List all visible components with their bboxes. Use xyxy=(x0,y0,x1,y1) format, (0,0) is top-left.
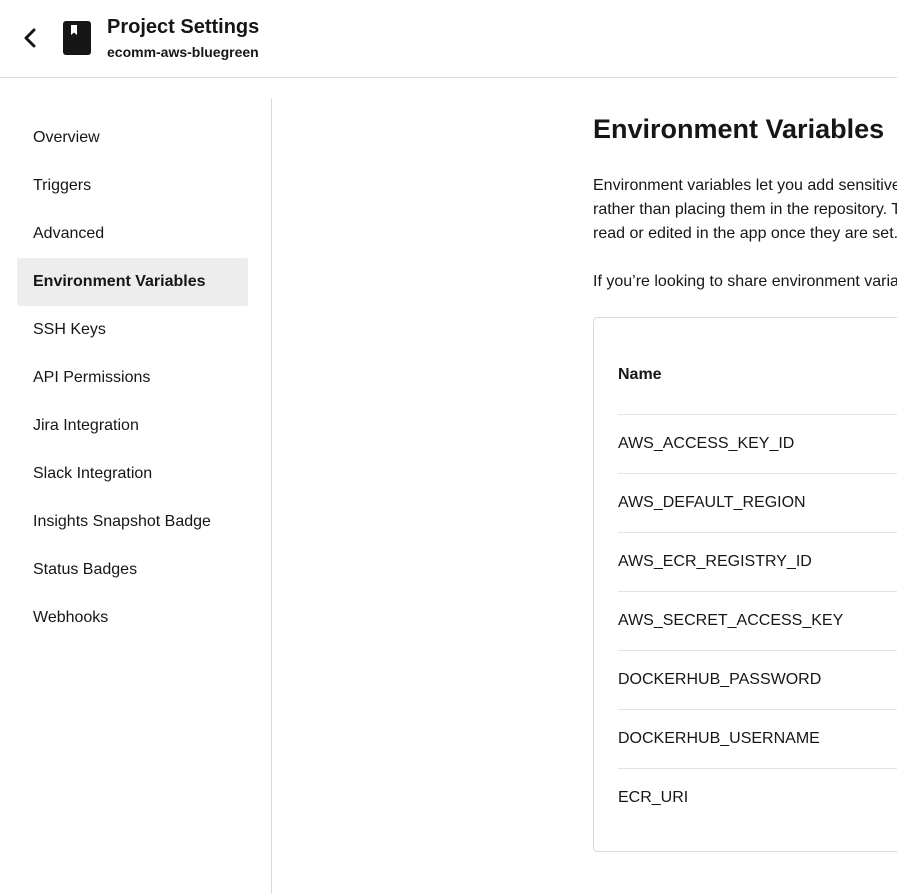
env-vars-table: AWS_ACCESS_KEY_ID AWS_DEFAULT_REGION AWS… xyxy=(618,414,897,827)
sidebar-item-status-badges[interactable]: Status Badges xyxy=(17,546,248,594)
sidebar-item-environment-variables[interactable]: Environment Variables xyxy=(17,258,248,306)
sidebar-item-triggers[interactable]: Triggers xyxy=(17,162,248,210)
column-header-name: Name xyxy=(618,366,662,383)
sidebar-item-slack-integration[interactable]: Slack Integration xyxy=(17,450,248,498)
page-title: Project Settings xyxy=(107,16,260,38)
sidebar-item-ssh-keys[interactable]: SSH Keys xyxy=(17,306,248,354)
bookmark-book-icon xyxy=(63,21,91,55)
table-row: DOCKERHUB_PASSWORD xyxy=(618,650,897,709)
settings-sidebar: Overview Triggers Advanced Environment V… xyxy=(0,98,272,894)
table-row: DOCKERHUB_USERNAME xyxy=(618,709,897,768)
section-description: Environment variables let you add sensit… xyxy=(593,177,897,242)
sidebar-item-insights-snapshot-badge[interactable]: Insights Snapshot Badge xyxy=(17,498,248,546)
sidebar-item-advanced[interactable]: Advanced xyxy=(17,210,248,258)
main-content: Environment Variables Environment variab… xyxy=(593,98,897,894)
env-vars-table-card: Name AWS_ACCESS_KEY_ID AWS_DEFAULT_REGIO… xyxy=(593,317,897,852)
sidebar-item-api-permissions[interactable]: API Permissions xyxy=(17,354,248,402)
table-row: AWS_ECR_REGISTRY_ID xyxy=(618,532,897,591)
table-row: AWS_DEFAULT_REGION xyxy=(618,473,897,532)
table-row: ECR_URI xyxy=(618,768,897,827)
chevron-left-icon xyxy=(24,28,36,48)
settings-nav: Overview Triggers Advanced Environment V… xyxy=(17,114,248,642)
table-row: AWS_SECRET_ACCESS_KEY xyxy=(618,591,897,650)
table-row: AWS_ACCESS_KEY_ID xyxy=(618,414,897,473)
back-button[interactable] xyxy=(14,22,46,54)
sidebar-item-overview[interactable]: Overview xyxy=(17,114,248,162)
sidebar-item-webhooks[interactable]: Webhooks xyxy=(17,594,248,642)
project-name: ecomm-aws-bluegreen xyxy=(107,44,259,60)
section-title: Environment Variables xyxy=(593,114,885,144)
sidebar-item-jira-integration[interactable]: Jira Integration xyxy=(17,402,248,450)
page-header: Project Settings ecomm-aws-bluegreen xyxy=(0,0,897,78)
contexts-hint: If you’re looking to share environment v… xyxy=(593,273,897,290)
